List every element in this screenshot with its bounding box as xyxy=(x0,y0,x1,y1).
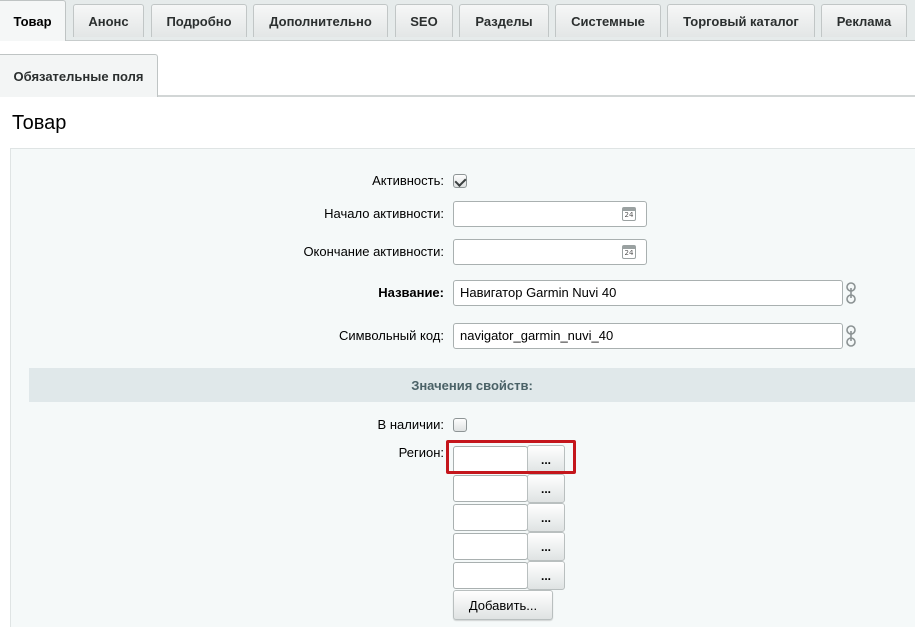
in-stock-checkbox[interactable] xyxy=(453,418,467,432)
chain-link-icon[interactable] xyxy=(845,325,857,347)
subtab-bar: Обязательные поля xyxy=(0,41,915,97)
subtab-required-fields[interactable]: Обязательные поля xyxy=(0,54,158,97)
code-input[interactable]: navigator_garmin_nuvi_40 xyxy=(453,323,843,349)
active-checkbox[interactable] xyxy=(453,174,467,188)
tab-sections[interactable]: Разделы xyxy=(459,4,549,37)
in-stock-label: В наличии: xyxy=(377,417,444,432)
tab-system[interactable]: Системные xyxy=(555,4,661,37)
tab-advertising[interactable]: Реклама xyxy=(821,4,907,37)
region-label: Регион: xyxy=(398,445,444,460)
active-from-label: Начало активности: xyxy=(324,206,444,221)
chain-link-icon[interactable] xyxy=(845,282,857,304)
region-input[interactable] xyxy=(453,446,528,473)
region-input[interactable] xyxy=(453,533,528,560)
region-browse-button[interactable]: ... xyxy=(527,561,565,590)
add-region-button[interactable]: Добавить... xyxy=(453,590,553,620)
region-browse-button[interactable]: ... xyxy=(527,474,565,503)
active-to-label: Окончание активности: xyxy=(303,244,444,259)
tab-additional[interactable]: Дополнительно xyxy=(253,4,388,37)
code-label: Символьный код: xyxy=(338,328,444,343)
region-browse-button[interactable]: ... xyxy=(527,503,565,532)
calendar-day: 24 xyxy=(624,249,634,257)
section-title: Товар xyxy=(12,112,67,134)
tab-product[interactable]: Товар xyxy=(0,0,66,41)
tab-seo[interactable]: SEO xyxy=(395,4,453,37)
region-input[interactable] xyxy=(453,504,528,531)
tab-bar: Товар Анонс Подробно Дополнительно SEO Р… xyxy=(0,0,915,41)
region-input[interactable] xyxy=(453,562,528,589)
active-to-input[interactable] xyxy=(453,239,647,265)
name-label: Название: xyxy=(378,285,444,300)
active-from-input[interactable] xyxy=(453,201,647,227)
calendar-day: 24 xyxy=(624,211,634,219)
region-browse-button[interactable]: ... xyxy=(527,532,565,561)
region-browse-button[interactable]: ... xyxy=(527,445,565,474)
tab-details[interactable]: Подробно xyxy=(151,4,247,37)
active-label: Активность: xyxy=(372,173,444,188)
tab-announce[interactable]: Анонс xyxy=(73,4,144,37)
calendar-icon[interactable]: 24 xyxy=(622,245,636,259)
name-input[interactable]: Навигатор Garmin Nuvi 40 xyxy=(453,280,843,306)
calendar-icon[interactable]: 24 xyxy=(622,207,636,221)
region-input[interactable] xyxy=(453,475,528,502)
tab-trade-catalog[interactable]: Торговый каталог xyxy=(667,4,815,37)
properties-header: Значения свойств: xyxy=(29,368,915,402)
